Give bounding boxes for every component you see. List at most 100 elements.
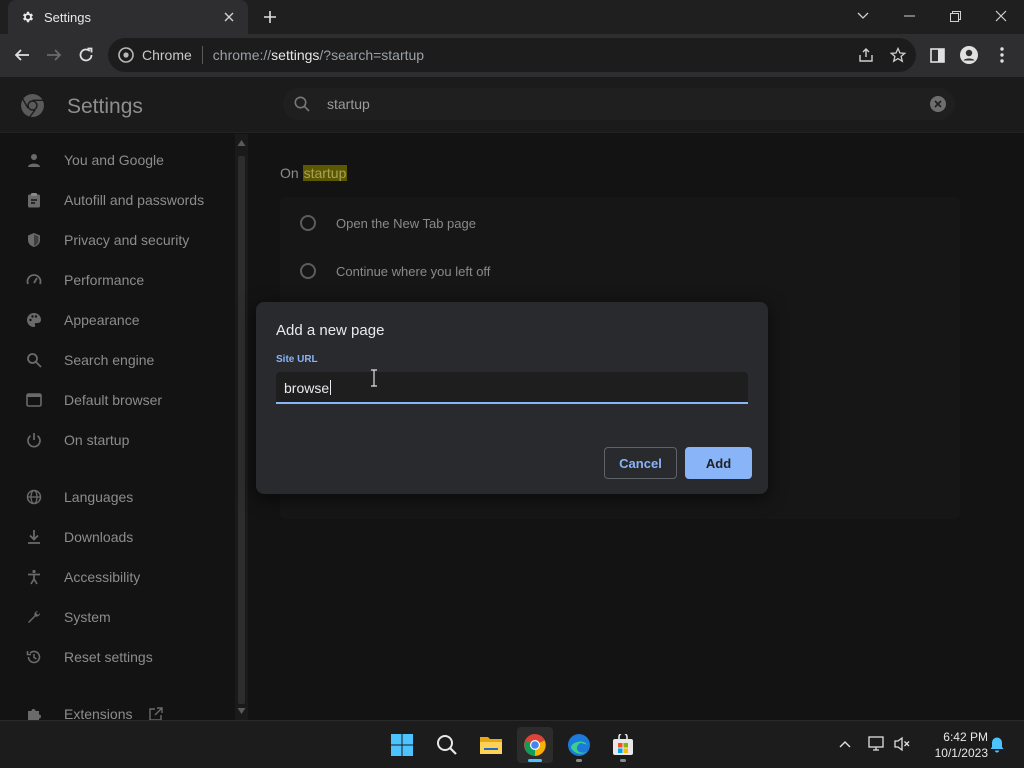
network-button[interactable] — [866, 733, 888, 755]
notifications-button[interactable] — [986, 733, 1008, 755]
accessibility-icon — [25, 568, 43, 586]
file-explorer-icon — [480, 737, 502, 754]
reload-button[interactable] — [72, 41, 100, 69]
start-button[interactable] — [384, 727, 420, 763]
sidebar-item-you-and-google[interactable]: You and Google — [0, 142, 235, 178]
side-panel-icon — [929, 47, 945, 63]
cancel-button[interactable]: Cancel — [604, 447, 677, 479]
file-explorer-button[interactable] — [473, 727, 509, 763]
scroll-up-icon[interactable] — [237, 139, 246, 147]
volume-button[interactable] — [891, 733, 913, 755]
menu-button[interactable] — [990, 43, 1014, 67]
scroll-down-icon[interactable] — [237, 707, 246, 715]
url-text: chrome://settings/?search=startup — [213, 47, 424, 63]
url-prefix: chrome:// — [212, 47, 272, 63]
sidebar-item-system[interactable]: System — [0, 599, 235, 635]
gear-icon — [21, 10, 35, 24]
close-icon[interactable] — [220, 8, 238, 26]
share-button[interactable] — [854, 43, 878, 67]
settings-header: Settings startup — [0, 77, 1024, 133]
reload-icon — [79, 47, 93, 62]
side-panel-button[interactable] — [925, 43, 949, 67]
radio-button[interactable] — [300, 263, 316, 279]
sidebar-item-label: You and Google — [64, 152, 164, 168]
start-icon — [391, 734, 413, 756]
sidebar-item-label: Accessibility — [64, 569, 141, 585]
taskbar-clock[interactable]: 6:42 PM 10/1/2023 — [918, 729, 988, 761]
network-icon — [868, 736, 884, 751]
edge-taskbar-button[interactable] — [561, 727, 597, 763]
sidebar-item-reset-settings[interactable]: Reset settings — [0, 639, 235, 675]
address-bar[interactable]: Chrome chrome://settings/?search=startup — [108, 38, 916, 72]
store-taskbar-button[interactable] — [605, 727, 641, 763]
profile-icon — [960, 46, 978, 64]
chrome-taskbar-button[interactable] — [517, 727, 553, 763]
taskbar-search-button[interactable] — [429, 727, 465, 763]
running-indicator — [576, 759, 582, 762]
sidebar-item-performance[interactable]: Performance — [0, 262, 235, 298]
wrench-icon — [25, 608, 43, 626]
new-tab-button[interactable] — [258, 6, 282, 28]
clock-date: 10/1/2023 — [934, 746, 988, 760]
sidebar-item-appearance[interactable]: Appearance — [0, 302, 235, 338]
url-suffix: /?search=startup — [319, 47, 425, 63]
sidebar-item-default-browser[interactable]: Default browser — [0, 382, 235, 418]
restore-button[interactable] — [932, 0, 978, 32]
site-url-text: browse — [284, 380, 330, 396]
site-url-input[interactable]: browse — [276, 372, 748, 404]
toolbar: Chrome chrome://settings/?search=startup — [0, 34, 1024, 77]
show-hidden-icons-button[interactable] — [834, 733, 856, 755]
radio-label: Open the New Tab page — [336, 215, 476, 231]
power-icon — [25, 431, 43, 449]
add-page-dialog: Add a new page Site URL browse Cancel Ad… — [256, 302, 768, 494]
search-icon — [437, 735, 457, 755]
volume-muted-icon — [894, 736, 910, 752]
sidebar-item-label: System — [64, 609, 111, 625]
settings-sidebar: You and Google Autofill and passwords Pr… — [0, 134, 235, 722]
sidebar-item-accessibility[interactable]: Accessibility — [0, 559, 235, 595]
add-button[interactable]: Add — [685, 447, 752, 479]
taskbar: 6:42 PM 10/1/2023 — [0, 720, 1024, 768]
radio-button[interactable] — [300, 215, 316, 231]
sidebar-item-autofill[interactable]: Autofill and passwords — [0, 182, 235, 218]
radio-open-new-tab[interactable]: Open the New Tab page — [300, 211, 476, 235]
clear-search-icon[interactable] — [929, 95, 947, 113]
sidebar-item-search-engine[interactable]: Search engine — [0, 342, 235, 378]
sidebar-item-downloads[interactable]: Downloads — [0, 519, 235, 555]
sidebar-item-label: Reset settings — [64, 649, 153, 665]
tab-settings[interactable]: Settings — [8, 0, 248, 34]
sidebar-item-privacy[interactable]: Privacy and security — [0, 222, 235, 258]
sidebar-item-label: Appearance — [64, 312, 140, 328]
tab-search-button[interactable] — [840, 0, 886, 32]
sidebar-scrollbar[interactable] — [235, 134, 248, 720]
browser-icon — [25, 391, 43, 409]
forward-button[interactable] — [40, 41, 68, 69]
edge-icon — [568, 734, 590, 756]
globe-icon — [25, 488, 43, 506]
profile-button[interactable] — [957, 43, 981, 67]
site-chip-label: Chrome — [142, 47, 192, 63]
shield-icon — [25, 231, 43, 249]
sidebar-item-languages[interactable]: Languages — [0, 479, 235, 515]
download-icon — [25, 528, 43, 546]
radio-label: Continue where you left off — [336, 263, 491, 279]
close-icon — [995, 10, 1007, 22]
sidebar-item-label: Autofill and passwords — [64, 192, 205, 208]
minimize-icon — [903, 15, 915, 17]
settings-search-input[interactable]: startup — [283, 88, 955, 120]
share-icon — [859, 48, 873, 62]
minimize-button[interactable] — [886, 0, 932, 32]
sidebar-item-on-startup[interactable]: On startup — [0, 422, 235, 458]
scrollbar-thumb[interactable] — [238, 156, 245, 704]
sidebar-item-label: Privacy and security — [64, 232, 190, 248]
chevron-up-icon — [839, 741, 851, 748]
site-url-label: Site URL — [276, 354, 318, 365]
star-icon — [890, 47, 906, 63]
bell-icon — [990, 737, 1004, 752]
back-button[interactable] — [8, 41, 36, 69]
bookmark-button[interactable] — [886, 43, 910, 67]
dialog-title: Add a new page — [276, 322, 385, 339]
close-window-button[interactable] — [978, 0, 1024, 32]
site-chip[interactable]: Chrome — [118, 47, 192, 63]
radio-continue-where-left-off[interactable]: Continue where you left off — [300, 259, 490, 283]
